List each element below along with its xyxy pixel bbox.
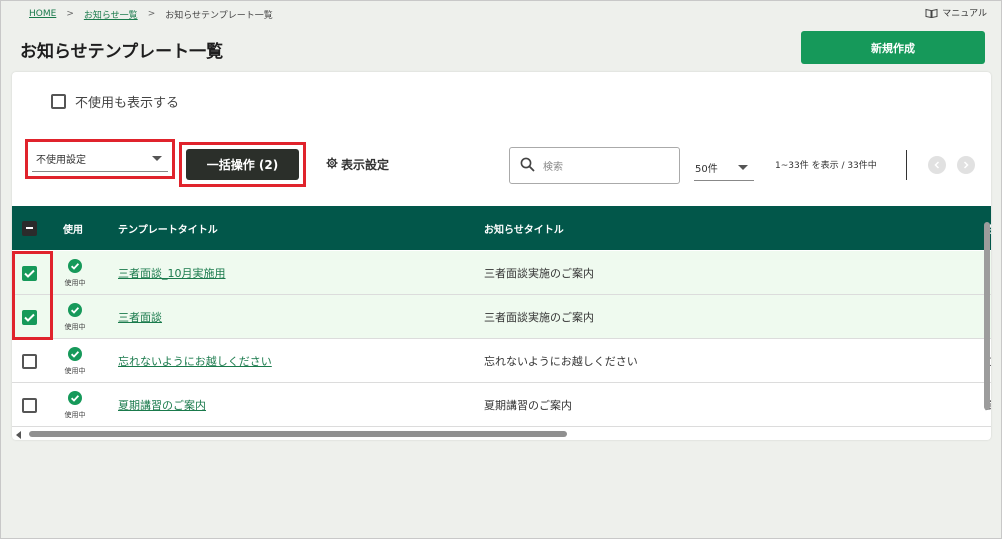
notice-title-cell: 夏期講習のご案内 <box>484 399 572 412</box>
template-title-cell: 夏期講習のご案内 <box>118 383 206 427</box>
template-title-cell: 三者面談_10月実施用 <box>118 251 226 295</box>
chevron-down-icon <box>738 164 748 170</box>
row-select-cell <box>22 383 37 427</box>
gear-icon <box>326 157 338 172</box>
status-label: 使用中 <box>64 366 86 375</box>
book-icon <box>925 8 938 18</box>
check-circle-icon <box>68 390 82 408</box>
chevron-left-icon <box>934 161 940 169</box>
highlight-frame-checkboxes <box>12 251 53 340</box>
prev-page-button[interactable] <box>928 156 946 174</box>
check-circle-icon <box>68 346 82 364</box>
status-label: 使用中 <box>64 278 86 287</box>
display-settings-button[interactable]: 表示設定 <box>326 156 389 173</box>
bulk-action-select-value: 不使用設定 <box>36 154 86 166</box>
breadcrumb-notices[interactable]: お知らせ一覧 <box>84 8 138 21</box>
template-title-link[interactable]: 三者面談_10月実施用 <box>118 265 226 281</box>
table-header: 使用 テンプレートタイトル お知らせタイトル さ <box>12 206 991 250</box>
column-header-template-title[interactable]: テンプレートタイトル <box>118 206 218 250</box>
per-page-select[interactable]: 50件 <box>694 154 754 181</box>
result-range: 1~33件 を表示 / 33件中 <box>775 161 877 171</box>
vertical-scroll-thumb[interactable] <box>984 222 990 410</box>
show-unused-label: 不使用も表示する <box>75 96 180 111</box>
status-label: 使用中 <box>64 322 86 331</box>
column-header-status[interactable]: 使用 <box>63 206 83 250</box>
table-row: 使用中 三者面談 三者面談実施のご案内 <box>12 295 991 339</box>
search-icon <box>520 157 535 175</box>
select-all-checkbox[interactable] <box>22 220 37 236</box>
search-placeholder: 検索 <box>543 162 563 173</box>
breadcrumb-separator: > <box>66 9 74 19</box>
manual-label: マニュアル <box>942 9 987 19</box>
per-page-value: 50件 <box>695 163 718 175</box>
table-row: 使用中 三者面談_10月実施用 三者面談実施のご案内 <box>12 251 991 295</box>
breadcrumb-separator: > <box>147 9 156 19</box>
horizontal-scroll-thumb[interactable] <box>29 431 567 437</box>
bulk-action-select[interactable]: 不使用設定 <box>32 145 168 172</box>
scroll-left-arrow[interactable] <box>16 431 21 439</box>
next-page-button[interactable] <box>957 156 975 174</box>
template-title-cell: 忘れないようにお越しください <box>118 339 272 383</box>
column-header-notice-title[interactable]: お知らせタイトル <box>484 206 564 250</box>
table-row: 使用中夏期講習のご案内夏期講習のご案内夏 <box>12 383 991 427</box>
notice-title-cell: 忘れないようにお越しください <box>484 355 638 368</box>
template-title-link[interactable]: 三者面談 <box>118 309 162 325</box>
app-frame: HOME > お知らせ一覧 > お知らせテンプレート一覧 マニュアル お知らせテ… <box>0 0 1002 539</box>
row-checkbox[interactable] <box>22 353 37 369</box>
template-title-link[interactable]: 忘れないようにお越しください <box>118 353 272 369</box>
select-all-cell <box>22 206 37 250</box>
breadcrumb: HOME > お知らせ一覧 > お知らせテンプレート一覧 <box>29 7 273 21</box>
bulk-operation-button[interactable]: 一括操作 (2) <box>186 149 299 180</box>
notice-title-cell: 三者面談実施のご案内 <box>484 311 594 324</box>
highlight-frame-bulk: 一括操作 (2) <box>179 142 306 187</box>
template-title-cell: 三者面談 <box>118 295 162 339</box>
status-cell: 使用中 <box>63 383 87 427</box>
chevron-right-icon <box>963 161 969 169</box>
horizontal-scrollbar[interactable] <box>12 428 991 439</box>
row-checkbox[interactable] <box>22 397 37 413</box>
page-title: お知らせテンプレート一覧 <box>20 42 224 62</box>
show-unused-checkbox[interactable] <box>51 94 66 109</box>
check-circle-icon <box>68 258 82 276</box>
template-title-link[interactable]: 夏期講習のご案内 <box>118 397 206 413</box>
display-settings-label: 表示設定 <box>341 158 390 172</box>
toolbar-divider <box>906 150 907 180</box>
vertical-scrollbar[interactable] <box>983 206 991 428</box>
table-row: 使用中忘れないようにお越しください忘れないようにお越しくださいご <box>12 339 991 383</box>
search-input[interactable]: 検索 <box>509 147 680 184</box>
status-cell: 使用中 <box>63 339 87 383</box>
status-cell: 使用中 <box>63 251 87 295</box>
chevron-down-icon <box>152 155 162 161</box>
highlight-frame-select: 不使用設定 <box>25 139 175 179</box>
row-select-cell <box>22 339 37 383</box>
check-circle-icon <box>68 302 82 320</box>
status-label: 使用中 <box>64 410 86 419</box>
breadcrumb-current: お知らせテンプレート一覧 <box>165 10 273 21</box>
breadcrumb-home[interactable]: HOME <box>29 9 56 19</box>
status-cell: 使用中 <box>63 295 87 339</box>
new-template-button[interactable]: 新規作成 <box>801 31 985 64</box>
notice-title-cell: 三者面談実施のご案内 <box>484 267 594 280</box>
show-unused-toggle[interactable]: 不使用も表示する <box>51 92 179 111</box>
manual-link[interactable]: マニュアル <box>925 6 987 19</box>
template-list-card: 不使用も表示する 不使用設定 一括操作 (2) 表示設定 検索 50件 1~33… <box>12 72 991 440</box>
